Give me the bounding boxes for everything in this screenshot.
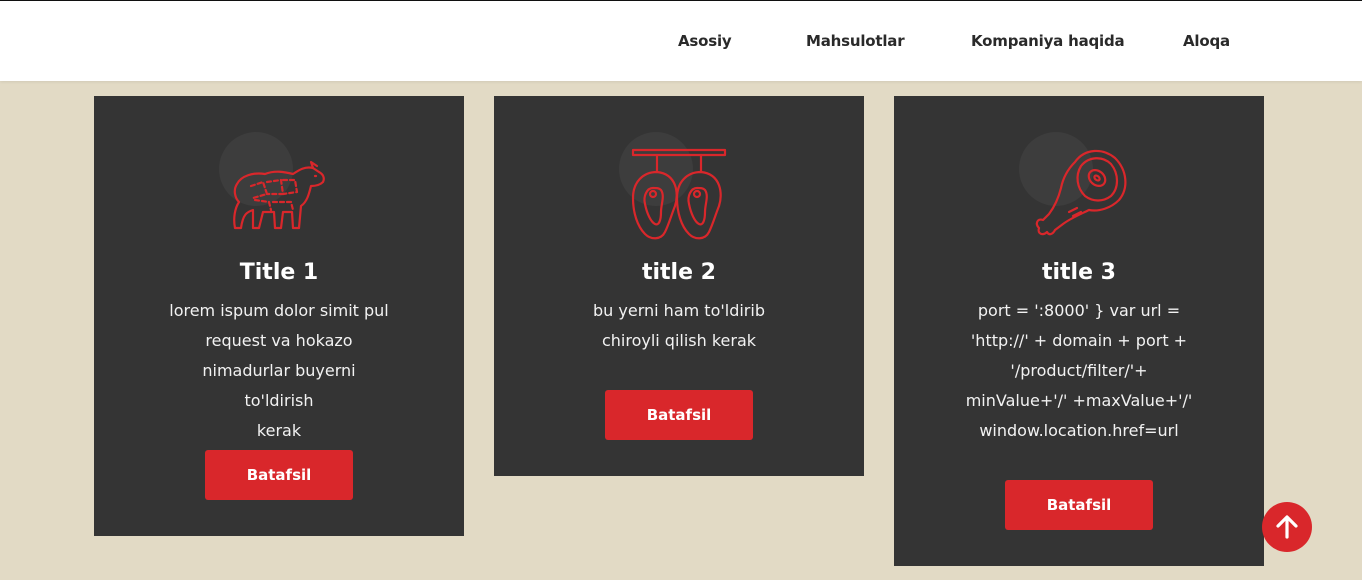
service-card-2: title 2 bu yerni ham to'ldirib chiroyli … <box>494 96 864 476</box>
card-text-line: minValue+'/' +maxValue+'/' <box>965 391 1193 410</box>
card-text-line: chiroyli qilish kerak <box>601 331 757 350</box>
card-description: bu yerni ham to'ldirib chiroyli qilish k… <box>569 296 789 356</box>
card-title: title 2 <box>641 260 716 285</box>
nav-item-kompaniya-haqida[interactable]: Kompaniya haqida <box>971 32 1125 50</box>
service-card-1: Title 1 lorem ispum dolor simit pul requ… <box>94 96 464 536</box>
card-text-line: '/product/filter/'+ <box>1010 361 1148 380</box>
details-button[interactable]: Batafsil <box>605 390 753 440</box>
card-text-line: port = ':8000' } var url = <box>977 301 1181 320</box>
nav-item-mahsulotlar[interactable]: Mahsulotlar <box>806 32 905 50</box>
card-text-line: window.location.href=url <box>979 421 1179 440</box>
card-title: Title 1 <box>239 260 319 285</box>
hanging-steaks-icon <box>619 132 739 247</box>
card-text-line: nimadurlar buyerni to'ldirish <box>202 361 356 410</box>
card-text-line: request va hokazo <box>205 331 353 350</box>
card-description: port = ':8000' } var url = 'http://' + d… <box>964 296 1194 446</box>
card-text-line: bu yerni ham to'ldirib <box>593 301 765 320</box>
arrow-up-icon <box>1276 515 1298 539</box>
scroll-to-top-button[interactable] <box>1262 502 1312 552</box>
nav-item-aloqa[interactable]: Aloqa <box>1183 32 1230 50</box>
cow-cuts-icon <box>219 132 339 247</box>
details-button[interactable]: Batafsil <box>205 450 353 500</box>
card-text-line: 'http://' + domain + port + <box>970 331 1188 350</box>
nav-item-asosiy[interactable]: Asosiy <box>678 32 732 50</box>
card-text-line: kerak <box>256 421 302 440</box>
card-text-line: lorem ispum dolor simit pul <box>169 301 389 320</box>
service-card-3: title 3 port = ':8000' } var url = 'http… <box>894 96 1264 566</box>
details-button[interactable]: Batafsil <box>1005 480 1153 530</box>
card-title: title 3 <box>1041 260 1116 285</box>
ham-leg-icon <box>1019 132 1139 247</box>
navbar: Asosiy Mahsulotlar Kompaniya haqida Aloq… <box>0 1 1362 81</box>
card-description: lorem ispum dolor simit pul request va h… <box>169 296 389 446</box>
